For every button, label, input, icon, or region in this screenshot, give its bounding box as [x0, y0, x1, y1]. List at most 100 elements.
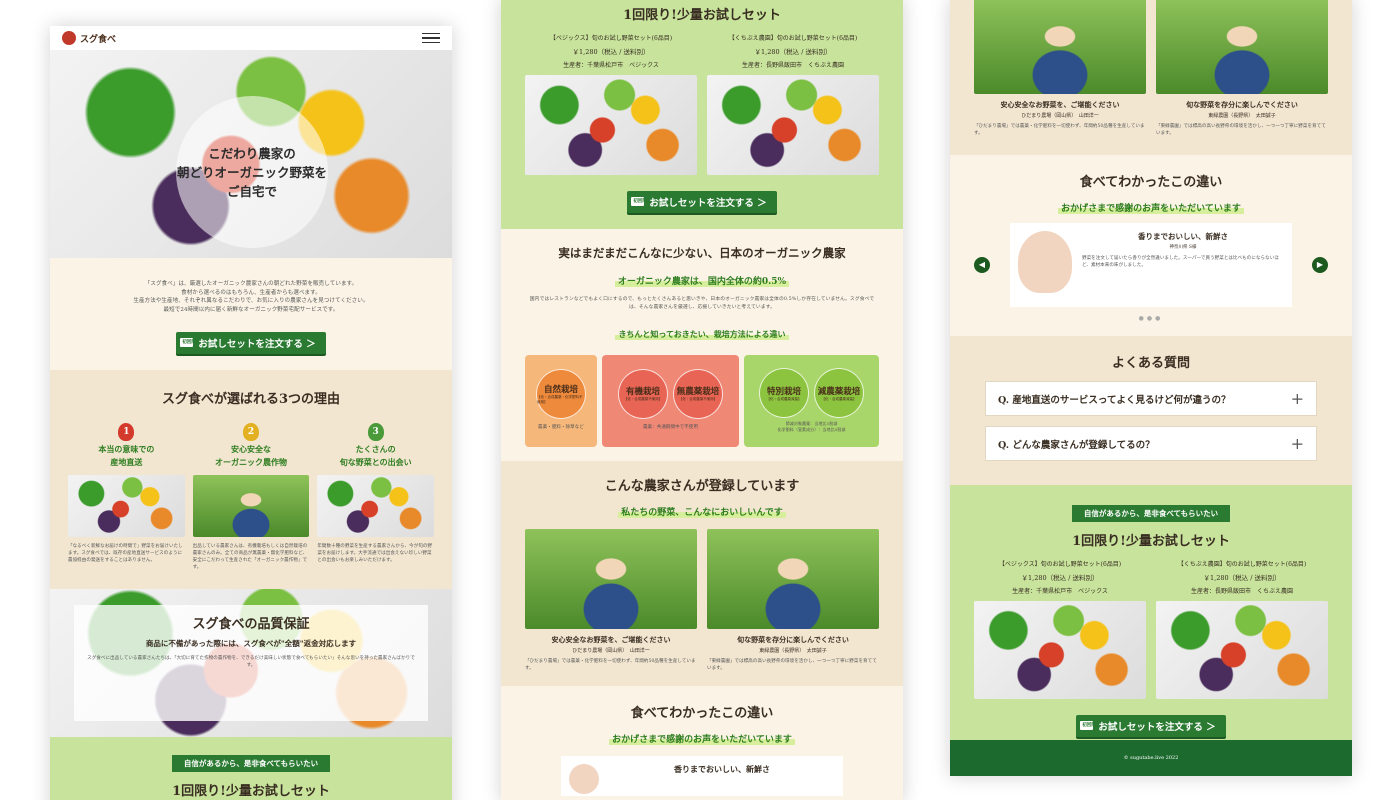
organic-marker: オーガニック農家は、国内全体の約0.5%	[614, 273, 790, 287]
site-footer: © sugutabe.live 2022	[950, 740, 1352, 776]
next-arrow-icon[interactable]: ▶	[1312, 257, 1328, 273]
reviewer-avatar	[1018, 231, 1072, 293]
review-text: 野菜を注文して届いたら香りが全然違いました。スーパーで買う野菜とは比べものになら…	[1082, 256, 1279, 268]
carousel-dots[interactable]: ●●●	[974, 315, 1328, 322]
organic-text: 国内ではレストランなどでもよく口にするので、もっとたくさんあると思いきや、日本の…	[529, 296, 875, 310]
method-sub: 【化・合成農薬不使用】	[678, 397, 718, 402]
reason-number-icon: 3	[367, 422, 384, 441]
farmer-text: 「ひだまり農場」では農薬・化学肥料を一切使わず、年間約50品種を生産しています。	[525, 658, 696, 671]
method-name: 無農薬栽培	[676, 387, 720, 398]
prev-arrow-icon[interactable]: ◀	[974, 257, 990, 273]
hero-line-2: 朝どりオーガニック野菜を	[176, 164, 327, 180]
reason-number-icon: 2	[243, 422, 259, 441]
trial-product[interactable]: 【ベジックス】旬のお試し野菜セット(6品目) ￥1,280（税込 / 送料別） …	[525, 33, 697, 175]
trial-product[interactable]: 【ベジックス】旬のお試し野菜セット(6品目) ￥1,280（税込 / 送料別） …	[974, 559, 1146, 699]
reason-title-2: 産地直送	[110, 456, 143, 467]
farmers-section: こんな農家さんが登録しています 私たちの野菜、こんなにおいしいんです 安心安全な…	[501, 460, 903, 686]
farmer-name: ひだまり農場（岡山県） 山田洋一	[572, 647, 650, 654]
product-name: 【ベジックス】旬のお試し野菜セット(6品目)	[998, 561, 1122, 568]
copyright: © sugutabe.live 2022	[1123, 755, 1179, 761]
farmer-photo	[1156, 0, 1328, 94]
trial-section: 自信があるから、是非食べてもらいたい 1回限り!少量お試しセット 【ベジックス】…	[950, 485, 1352, 753]
trial-title: 1回限り!少量お試しセット	[623, 8, 781, 23]
trial-product[interactable]: 【くちぶえ農園】旬のお試し野菜セット(6品目) ￥1,280（税込 / 送料別）…	[707, 33, 879, 175]
product-name: 【くちぶえ農園】旬のお試し野菜セット(6品目)	[1177, 561, 1307, 568]
farmer-text: 「ひだまり農場」では農薬・化学肥料を一切使わず、年間約50品種を生産しています。	[974, 124, 1145, 136]
product-producer: 生産者：千葉県松戸市 ベジックス	[563, 62, 659, 69]
organic-section: 実はまだまだこんなに少ない、日本のオーガニック農家 オーガニック農家は、国内全体…	[501, 229, 903, 355]
reason-title-2: 旬な野菜との出会い	[339, 456, 412, 467]
method-name: 有機栽培	[625, 387, 660, 398]
mockup-column-2: 1回限り!少量お試しセット 【ベジックス】旬のお試し野菜セット(6品目) ￥1,…	[501, 0, 903, 800]
farmer-name: 東緑農園（長野県） 太田誠子	[1208, 113, 1276, 119]
reasons-title: スグ食べが選ばれる3つの理由	[161, 391, 341, 407]
faq-item[interactable]: Q. 産地直送のサービスってよく見るけど何が違うの？ +	[985, 381, 1317, 416]
organic-title: 実はまだまだこんなに少ない、日本のオーガニック農家	[558, 245, 846, 260]
product-price: ￥1,280（税込 / 送料別）	[1203, 574, 1281, 582]
farmer-card[interactable]: 旬な野菜を存分に楽しんでください 東緑農園（長野県） 太田誠子 「東緑農園」では…	[1156, 0, 1328, 137]
method-note: 農薬：共通期間中で不使用	[642, 424, 699, 430]
farmer-text: 「東緑農園」では標高の高い長野県の環境を活かし、一つ一つ丁寧に野菜を育てています…	[1156, 124, 1326, 136]
farmer-text: 「東緑農園」では標高の高い長野県の環境を活かし、一つ一つ丁寧に野菜を育てています…	[707, 658, 877, 671]
trial-title: 1回限り!少量お試しセット	[172, 783, 330, 799]
reviews-title: 食べてわかったこの違い	[630, 705, 774, 721]
logo-mark-icon	[62, 31, 76, 45]
product-producer: 生産者：長野県飯田市 くちぶえ農園	[741, 62, 844, 69]
hamburger-icon[interactable]	[422, 30, 440, 47]
product-price: ￥1,280（税込 / 送料別）	[1021, 574, 1099, 582]
review-card: 香りまでおいしい、新鮮さ 神奈川県 S様 野菜を注文して届いたら香りが全然違いま…	[1010, 223, 1292, 307]
reason-photo	[68, 474, 185, 537]
reviews-section: 食べてわかったこの違い おかげさまで感謝のお声をいただいています 香りまでおいし…	[501, 686, 903, 800]
mockup-column-3: 安心安全なお野菜を、ご堪能ください ひだまり農場（岡山県） 山田洋一 「ひだまり…	[950, 0, 1352, 776]
review-card: 香りまでおいしい、新鮮さ	[561, 755, 843, 796]
quality-card: スグ食べの品質保証 商品に不備があった際には、スグ食べが"全額"返金対応します …	[74, 604, 428, 721]
reason-title-1: 本当の意味での	[98, 443, 155, 454]
reason-text: 年間数十種の野菜を生産する農家さんから、今が旬の野菜をお届けします。大手流通では…	[317, 543, 433, 563]
product-photo	[974, 601, 1146, 699]
product-producer: 生産者：長野県飯田市 くちぶえ農園	[1190, 588, 1293, 595]
farmer-card[interactable]: 安心安全なお野菜を、ご堪能ください ひだまり農場（岡山県） 山田洋一 「ひだまり…	[974, 0, 1146, 137]
farmer-photo	[525, 528, 697, 629]
faq-question: Q. どんな農家さんが登録してるの？	[998, 439, 1155, 451]
site-header: スグ食べ	[50, 26, 452, 50]
methods-marker: きちんと知っておきたい、栽培方法による違い	[615, 328, 789, 340]
faq-item[interactable]: Q. どんな農家さんが登録してるの？ +	[985, 426, 1317, 461]
product-photo	[1156, 601, 1328, 699]
quality-text: スグ食べに出品している農家さんたちは、「大切に育てた作物の農作物を、できるだけ美…	[87, 655, 415, 668]
method-box: 特別栽培 【化・合成農薬減量】 減農薬栽培 【化・合成農薬減量】 節減対象農薬：当地…	[744, 354, 879, 447]
farmer-card[interactable]: 安心安全なお野菜を、ご堪能ください ひだまり農場（岡山県） 山田洋一 「ひだまり…	[525, 528, 697, 672]
method-sub: 【化・合成農薬不使用】	[623, 397, 663, 402]
reviews-marker: おかげさまで感謝のお声をいただいています	[609, 731, 795, 745]
quality-section: スグ食べの品質保証 商品に不備があった際には、スグ食べが"全額"返金対応します …	[50, 589, 452, 737]
reviewer-avatar	[569, 763, 599, 794]
reviews-section: 食べてわかったこの違い おかげさまで感謝のお声をいただいています ◀ 香りまでお…	[950, 155, 1352, 336]
order-trial-button[interactable]: 初回限定！ お試しセットを注文する ＞	[627, 190, 777, 213]
intro-text-2: 食材から選べるのはもちろん、生産者からも選べます。	[181, 289, 321, 296]
order-trial-button[interactable]: 初回限定！ お試しセットを注文する ＞	[176, 331, 326, 354]
trial-ribbon: 自信があるから、是非食べてもらいたい	[163, 754, 339, 772]
reviews-title: 食べてわかったこの違い	[1079, 175, 1223, 190]
farmers-marker: 私たちの野菜、こんなにおいしいんです	[618, 504, 786, 518]
product-name: 【ベジックス】旬のお試し野菜セット(6品目)	[549, 35, 673, 42]
reason-text: 出品している農家さんは、有機栽培もしくは自然栽培の農家さんのみ。全ての商品が無農…	[192, 543, 308, 570]
methods-row: 自然栽培 【化・合成農薬・化学肥料不使用】 農薬・肥料・除草など 有機栽培 【化・合…	[501, 354, 903, 447]
intro-section: 「スグ食べ」は、厳選したオーガニック農家さんの朝どれた野菜を販売しています。 食…	[50, 258, 452, 370]
intro-text-4: 最短で24時間以内に届く新鮮なオーガニック野菜宅配サービスです。	[163, 306, 339, 313]
faq-title: よくある質問	[1111, 356, 1190, 371]
reason-number-icon: 1	[118, 422, 135, 441]
farmer-card[interactable]: 旬な野菜を存分に楽しんでください 東緑農園（長野県） 太田誠子 「東緑農園」では…	[707, 528, 879, 672]
reason-text: 「なるべく新鮮なお届けの時間で」野菜をお届けいたします。スグ食べでは、既存の産地…	[68, 543, 183, 563]
farmer-name: 東緑農園（長野県） 太田誠子	[759, 647, 827, 654]
farmer-caption: 安心安全なお野菜を、ご堪能ください	[551, 634, 671, 644]
farmer-name: ひだまり農場（岡山県） 山田洋一	[1021, 113, 1099, 119]
reason-photo	[317, 474, 435, 537]
plus-icon[interactable]: +	[1291, 434, 1304, 453]
method-box: 自然栽培 【化・合成農薬・化学肥料不使用】 農薬・肥料・除草など	[525, 354, 597, 447]
hero: こだわり農家の 朝どりオーガニック野菜を ご自宅で	[50, 50, 452, 258]
reason-photo	[192, 474, 310, 537]
plus-icon[interactable]: +	[1291, 389, 1304, 408]
logo[interactable]: スグ食べ	[62, 31, 116, 45]
trial-product[interactable]: 【くちぶえ農園】旬のお試し野菜セット(6品目) ￥1,280（税込 / 送料別）…	[1156, 559, 1328, 699]
review-title: 香りまでおいしい、新鮮さ	[674, 763, 770, 774]
order-trial-button[interactable]: 初回限定！ お試しセットを注文する ＞	[1076, 714, 1226, 737]
